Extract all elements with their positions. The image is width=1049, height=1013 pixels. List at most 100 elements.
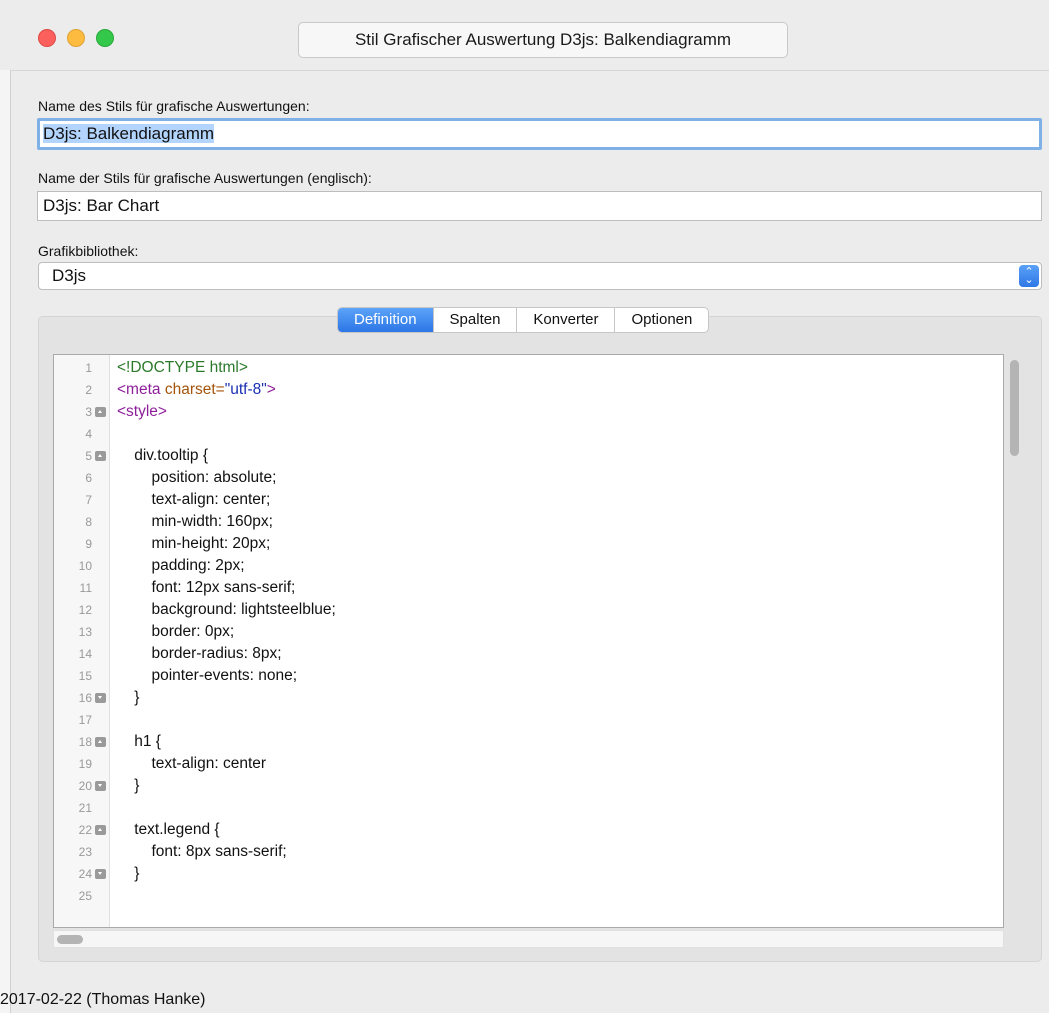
line-number: 11 bbox=[79, 581, 92, 595]
line-number: 24 bbox=[78, 867, 92, 881]
code-editor[interactable]: 1 <!DOCTYPE html> 2 <meta charset="utf-8"> 3… bbox=[53, 354, 1004, 928]
library-popup[interactable]: D3js ⌃ ⌄ bbox=[38, 262, 1042, 290]
code-line: 5 div.tooltip { bbox=[54, 445, 954, 467]
code-text: background: lightsteelblue; bbox=[117, 601, 336, 618]
code-text: } bbox=[117, 777, 140, 794]
code-line: 17 bbox=[54, 709, 954, 731]
code-line: 20 } bbox=[54, 775, 954, 797]
line-number: 25 bbox=[78, 889, 92, 903]
line-number: 15 bbox=[78, 669, 92, 683]
code-line: 6 position: absolute; bbox=[54, 467, 954, 489]
code-text: } bbox=[117, 689, 140, 706]
fold-end-icon[interactable] bbox=[95, 693, 106, 703]
line-number: 3 bbox=[85, 405, 92, 419]
code-text: } bbox=[117, 865, 140, 882]
style-name-en-value: D3js: Bar Chart bbox=[43, 196, 160, 215]
code-text: <meta charset="utf-8"> bbox=[117, 381, 276, 398]
code-text: min-width: 160px; bbox=[117, 513, 273, 530]
code-line: 10 padding: 2px; bbox=[54, 555, 954, 577]
code-text: border: 0px; bbox=[117, 623, 235, 640]
line-number: 2 bbox=[85, 383, 92, 397]
code-text: font: 12px sans-serif; bbox=[117, 579, 296, 596]
line-number: 23 bbox=[78, 845, 92, 859]
vertical-scroll-thumb[interactable] bbox=[1010, 360, 1019, 456]
code-text: padding: 2px; bbox=[117, 557, 245, 574]
footer-author-info: 2017-02-22 (Thomas Hanke) bbox=[0, 991, 206, 1008]
tab-definition[interactable]: Definition bbox=[338, 308, 434, 332]
code-line: 1 <!DOCTYPE html> bbox=[54, 357, 954, 379]
line-number: 10 bbox=[78, 559, 92, 573]
chevron-up-down-icon: ⌃ ⌄ bbox=[1019, 265, 1039, 287]
fold-collapse-icon[interactable] bbox=[95, 737, 106, 747]
zoom-window-button[interactable] bbox=[96, 29, 114, 47]
fold-end-icon[interactable] bbox=[95, 781, 106, 791]
line-number: 7 bbox=[85, 493, 92, 507]
code-line: 25 bbox=[54, 885, 954, 907]
code-line: 11 font: 12px sans-serif; bbox=[54, 577, 954, 599]
code-text: text-align: center; bbox=[117, 491, 271, 508]
code-text: text.legend { bbox=[117, 821, 220, 838]
code-text: <style> bbox=[117, 403, 167, 420]
code-text: text-align: center bbox=[117, 755, 267, 772]
code-text: pointer-events: none; bbox=[117, 667, 298, 684]
line-number: 6 bbox=[85, 471, 92, 485]
minimize-window-button[interactable] bbox=[67, 29, 85, 47]
code-line: 12 background: lightsteelblue; bbox=[54, 599, 954, 621]
code-line: 4 bbox=[54, 423, 954, 445]
fold-end-icon[interactable] bbox=[95, 869, 106, 879]
horizontal-scrollbar[interactable] bbox=[53, 930, 1004, 948]
code-line: 3 <style> bbox=[54, 401, 954, 423]
tab-bar: Definition Spalten Konverter Optionen bbox=[337, 307, 710, 333]
style-name-en-field[interactable]: D3js: Bar Chart bbox=[37, 191, 1042, 221]
line-number: 8 bbox=[85, 515, 92, 529]
line-number: 18 bbox=[78, 735, 92, 749]
code-line: 2 <meta charset="utf-8"> bbox=[54, 379, 954, 401]
code-line: 22 text.legend { bbox=[54, 819, 954, 841]
fold-collapse-icon[interactable] bbox=[95, 407, 106, 417]
library-value: D3js bbox=[52, 266, 87, 285]
line-number: 13 bbox=[78, 625, 92, 639]
code-text: min-height: 20px; bbox=[117, 535, 271, 552]
code-line: 16 } bbox=[54, 687, 954, 709]
line-number: 5 bbox=[85, 449, 92, 463]
code-line: 21 bbox=[54, 797, 954, 819]
tab-konverter[interactable]: Konverter bbox=[517, 308, 616, 332]
line-number: 1 bbox=[85, 361, 92, 375]
code-text: position: absolute; bbox=[117, 469, 277, 486]
line-number: 12 bbox=[78, 603, 92, 617]
style-name-field[interactable]: D3js: Balkendiagramm bbox=[37, 118, 1042, 150]
style-name-en-label: Name der Stils für grafische Auswertunge… bbox=[38, 170, 372, 186]
code-text: font: 8px sans-serif; bbox=[117, 843, 287, 860]
code-line: 7 text-align: center; bbox=[54, 489, 954, 511]
code-line: 23 font: 8px sans-serif; bbox=[54, 841, 954, 863]
code-text: div.tooltip { bbox=[117, 447, 209, 464]
code-text: <!DOCTYPE html> bbox=[117, 359, 248, 376]
close-window-button[interactable] bbox=[38, 29, 56, 47]
tab-optionen[interactable]: Optionen bbox=[615, 308, 708, 332]
library-label: Grafikbibliothek: bbox=[38, 243, 139, 259]
line-number: 16 bbox=[78, 691, 92, 705]
window-title: Stil Grafischer Auswertung D3js: Balkend… bbox=[298, 22, 788, 58]
line-number: 4 bbox=[85, 427, 92, 441]
title-bar: Stil Grafischer Auswertung D3js: Balkend… bbox=[10, 0, 1049, 71]
line-number: 17 bbox=[78, 713, 92, 727]
code-text: h1 { bbox=[117, 733, 161, 750]
code-line: 9 min-height: 20px; bbox=[54, 533, 954, 555]
code-line: 13 border: 0px; bbox=[54, 621, 954, 643]
line-number: 19 bbox=[78, 757, 92, 771]
line-number: 21 bbox=[78, 801, 92, 815]
window-left-edge bbox=[0, 70, 11, 1013]
code-line: 15 pointer-events: none; bbox=[54, 665, 954, 687]
line-number: 9 bbox=[85, 537, 92, 551]
code-line: 19 text-align: center bbox=[54, 753, 954, 775]
fold-collapse-icon[interactable] bbox=[95, 451, 106, 461]
code-line: 18 h1 { bbox=[54, 731, 954, 753]
line-number: 22 bbox=[78, 823, 92, 837]
horizontal-scroll-thumb[interactable] bbox=[57, 935, 83, 944]
line-number: 20 bbox=[78, 779, 92, 793]
code-line: 8 min-width: 160px; bbox=[54, 511, 954, 533]
code-text: border-radius: 8px; bbox=[117, 645, 282, 662]
fold-collapse-icon[interactable] bbox=[95, 825, 106, 835]
tab-spalten[interactable]: Spalten bbox=[434, 308, 518, 332]
style-name-label: Name des Stils für grafische Auswertunge… bbox=[38, 98, 310, 114]
